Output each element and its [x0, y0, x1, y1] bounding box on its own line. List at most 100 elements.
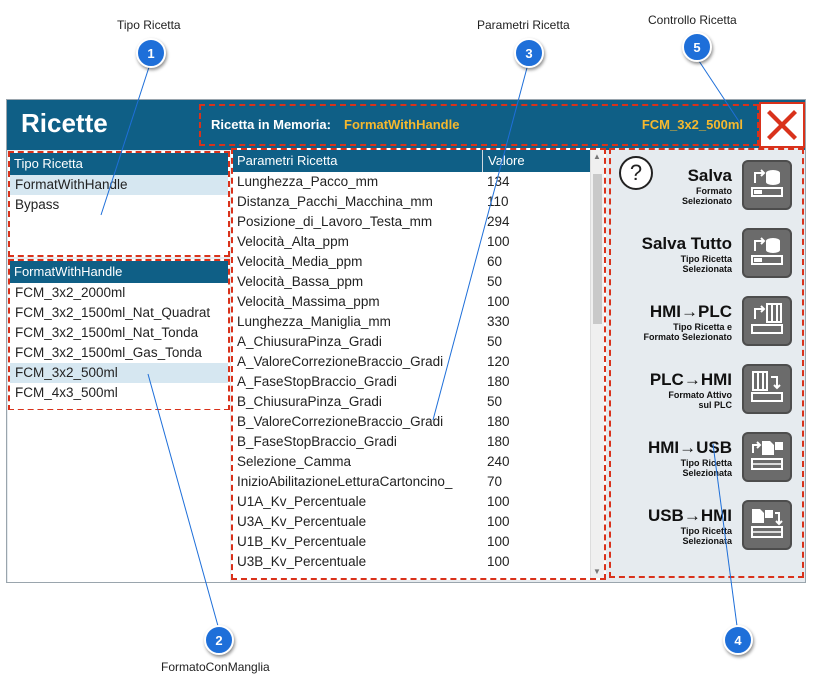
param-value: 240: [487, 454, 510, 469]
param-value: 70: [487, 474, 503, 489]
format-item[interactable]: FCM_3x2_500ml: [10, 363, 228, 383]
param-name-column-header: Parametri Ricetta: [233, 150, 483, 172]
param-name: U1A_Kv_Percentuale: [237, 494, 367, 509]
callout-label-tipo-ricetta: Tipo Ricetta: [117, 18, 181, 32]
parameters-table: Lunghezza_Pacco_mm 134 Distanza_Pacchi_Mac…: [233, 172, 591, 572]
recipe-type-panel: Tipo Ricetta FormatWithHandle Bypass: [8, 151, 230, 257]
param-name: Lunghezza_Maniglia_mm: [237, 314, 391, 329]
salva-tutto-button[interactable]: [742, 228, 792, 278]
action-subtitle: Selezionato: [681, 196, 732, 206]
format-list-panel: FormatWithHandle FCM_3x2_2000ml FCM_3x2_…: [8, 259, 230, 411]
format-item[interactable]: FCM_4x3_500ml: [10, 383, 228, 403]
hmi-usb-button[interactable]: [742, 432, 792, 482]
param-row[interactable]: Velocità_Massima_ppm 100: [233, 292, 591, 312]
param-row[interactable]: Velocità_Media_ppm 60: [233, 252, 591, 272]
action-title: Salva: [687, 166, 732, 185]
action-text: HMI→PLC Tipo Ricetta e Formato Selezionato: [643, 302, 732, 342]
param-row[interactable]: U3A_Kv_Percentuale 100: [233, 512, 591, 532]
action-row: Salva Formato Selezionato: [611, 156, 802, 216]
callout-badge-2: 2: [204, 625, 234, 655]
action-title: HMI→PLC: [649, 302, 732, 321]
save-all-icon: [747, 231, 787, 276]
param-row[interactable]: A_ValoreCorrezioneBraccio_Gradi 120: [233, 352, 591, 372]
param-row[interactable]: Selezione_Camma 240: [233, 452, 591, 472]
param-value-column-header: Valore: [488, 153, 525, 168]
param-value: 100: [487, 554, 510, 569]
close-x-icon: [767, 110, 797, 140]
format-item[interactable]: FCM_3x2_1500ml_Nat_Quadrat: [10, 303, 228, 323]
action-text: USB→HMI Tipo Ricetta Selezionata: [648, 506, 732, 546]
param-name: A_ValoreCorrezioneBraccio_Gradi: [237, 354, 444, 369]
param-value: 180: [487, 434, 510, 449]
param-row[interactable]: InizioAbilitazioneLetturaCartoncino_ 70: [233, 472, 591, 492]
param-row[interactable]: Velocità_Bassa_ppm 50: [233, 272, 591, 292]
param-row[interactable]: Lunghezza_Maniglia_mm 330: [233, 312, 591, 332]
plc-hmi-button[interactable]: [742, 364, 792, 414]
param-value: 60: [487, 254, 503, 269]
param-row[interactable]: Lunghezza_Pacco_mm 134: [233, 172, 591, 192]
callout-badge-5: 5: [682, 32, 712, 62]
usb-to-hmi-icon: [747, 503, 787, 548]
format-list-header: FormatWithHandle: [10, 261, 228, 283]
param-row[interactable]: Posizione_di_Lavoro_Testa_mm 294: [233, 212, 591, 232]
param-row[interactable]: A_ChiusuraPinza_Gradi 50: [233, 332, 591, 352]
memory-label: Ricetta in Memoria:: [211, 117, 331, 132]
param-row[interactable]: U1B_Kv_Percentuale 100: [233, 532, 591, 552]
param-name: U3A_Kv_Percentuale: [237, 514, 367, 529]
hmi-to-usb-icon: [747, 435, 787, 480]
param-name: U3B_Kv_Percentuale: [237, 554, 367, 569]
action-row: HMI→USB Tipo Ricetta Selezionata: [611, 428, 802, 488]
recipe-type-item[interactable]: Bypass: [10, 195, 228, 215]
param-value: 330: [487, 314, 510, 329]
action-text: Salva Tutto Tipo Ricetta Selezionata: [642, 234, 732, 274]
format-item[interactable]: FCM_3x2_1500ml_Nat_Tonda: [10, 323, 228, 343]
scroll-down-arrow-icon[interactable]: ▼: [593, 567, 601, 576]
action-text: Salva Formato Selezionato: [682, 166, 732, 206]
parameters-header: Parametri Ricetta Valore: [233, 150, 591, 172]
hmi-plc-button[interactable]: [742, 296, 792, 346]
param-name: Distanza_Pacchi_Macchina_mm: [237, 194, 433, 209]
recipe-type-item[interactable]: FormatWithHandle: [10, 175, 228, 195]
param-row[interactable]: U3B_Kv_Percentuale 100: [233, 552, 591, 572]
param-name: U1B_Kv_Percentuale: [237, 534, 367, 549]
action-text: PLC→HMI Formato Attivo sul PLC: [650, 370, 732, 410]
param-row[interactable]: Distanza_Pacchi_Macchina_mm 110: [233, 192, 591, 212]
salva-button[interactable]: [742, 160, 792, 210]
param-name: A_ChiusuraPinza_Gradi: [237, 334, 382, 349]
format-item[interactable]: FCM_3x2_1500ml_Gas_Tonda: [10, 343, 228, 363]
action-row: PLC→HMI Formato Attivo sul PLC: [611, 360, 802, 420]
close-button[interactable]: [759, 102, 805, 148]
param-name: A_FaseStopBraccio_Gradi: [237, 374, 397, 389]
memory-recipe-value: FormatWithHandle: [344, 117, 460, 132]
param-name: B_FaseStopBraccio_Gradi: [237, 434, 397, 449]
param-row[interactable]: A_FaseStopBraccio_Gradi 180: [233, 372, 591, 392]
action-subtitle: Tipo Ricetta: [680, 526, 732, 536]
save-format-icon: [747, 163, 787, 208]
callout-label-parametri-ricetta: Parametri Ricetta: [477, 18, 570, 32]
usb-hmi-button[interactable]: [742, 500, 792, 550]
param-name: Lunghezza_Pacco_mm: [237, 174, 379, 189]
action-text: HMI→USB Tipo Ricetta Selezionata: [648, 438, 732, 478]
param-row[interactable]: U1A_Kv_Percentuale 100: [233, 492, 591, 512]
scroll-up-arrow-icon[interactable]: ▲: [593, 152, 601, 161]
param-value: 100: [487, 234, 510, 249]
param-row[interactable]: B_ValoreCorrezioneBraccio_Gradi 180: [233, 412, 591, 432]
action-subtitle: Tipo Ricetta: [680, 254, 732, 264]
recipe-window: Ricette Ricetta in Memoria: FormatWithHa…: [6, 99, 806, 583]
scroll-thumb[interactable]: [593, 174, 602, 324]
param-value: 100: [487, 494, 510, 509]
param-row[interactable]: Velocità_Alta_ppm 100: [233, 232, 591, 252]
action-row: Salva Tutto Tipo Ricetta Selezionata: [611, 224, 802, 284]
recipe-control-panel: ? Salva Formato Selezionato Salva Tutto Tipo…: [609, 148, 804, 578]
param-name: Selezione_Camma: [237, 454, 352, 469]
param-value: 180: [487, 374, 510, 389]
format-item[interactable]: FCM_3x2_2000ml: [10, 283, 228, 303]
plc-to-hmi-icon: [747, 367, 787, 412]
param-value: 120: [487, 354, 510, 369]
parameters-scrollbar[interactable]: ▲ ▼: [590, 150, 604, 578]
param-value: 100: [487, 294, 510, 309]
callout-badge-3: 3: [514, 38, 544, 68]
param-row[interactable]: B_ChiusuraPinza_Gradi 50: [233, 392, 591, 412]
memory-format-value: FCM_3x2_500ml: [641, 117, 743, 132]
param-row[interactable]: B_FaseStopBraccio_Gradi 180: [233, 432, 591, 452]
